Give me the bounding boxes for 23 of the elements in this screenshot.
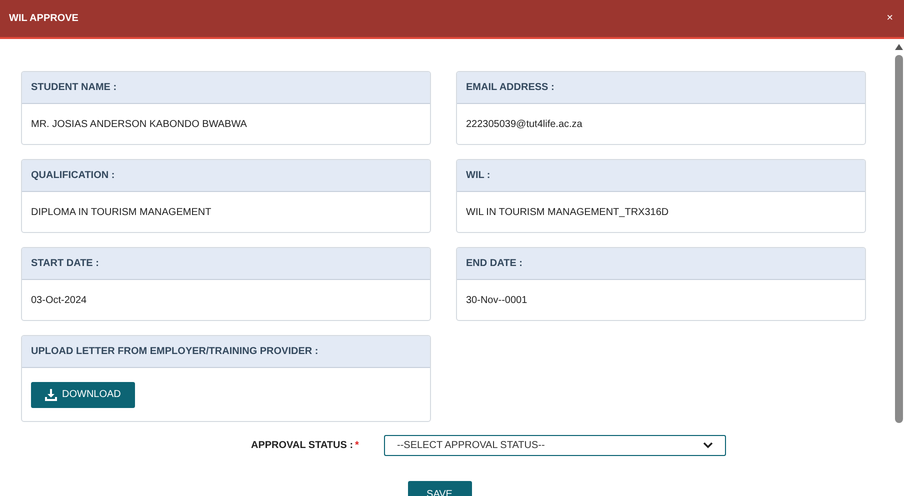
field-label: START DATE : (31, 257, 99, 271)
dialog-title: WIL APPROVE (9, 12, 78, 26)
field-value: 03-Oct-2024 (31, 294, 87, 308)
field-label: END DATE : (466, 257, 522, 271)
required-mark: * (355, 439, 360, 453)
field-value: 222305039@tut4life.ac.za (466, 118, 582, 132)
scroll-up-icon[interactable] (894, 44, 902, 50)
download-icon (45, 388, 57, 400)
field-value: MR. JOSIAS ANDERSON KABONDO BWABWA (31, 118, 247, 132)
field-label: EMAIL ADDRESS : (466, 81, 554, 95)
close-button[interactable]: × (886, 10, 893, 27)
field-label: STUDENT NAME : (31, 81, 117, 95)
download-button[interactable]: DOWNLOAD (31, 382, 135, 408)
approval-status-select[interactable]: --SELECT APPROVAL STATUS-- (384, 435, 726, 456)
field-value: WIL IN TOURISM MANAGEMENT_TRX316D (466, 206, 669, 220)
field-label: WIL : (466, 169, 490, 183)
field-value: DIPLOMA IN TOURISM MANAGEMENT (31, 206, 212, 220)
field-value: 30-Nov--0001 (466, 294, 528, 308)
field-label: UPLOAD LETTER FROM EMPLOYER/TRAINING PROVIDER : (31, 345, 318, 359)
scrollbar-thumb[interactable] (894, 55, 902, 423)
field-label: APPROVAL STATUS : (251, 439, 354, 453)
chevron-down-icon (703, 442, 713, 449)
field-label: QUALIFICATION : (31, 169, 115, 183)
